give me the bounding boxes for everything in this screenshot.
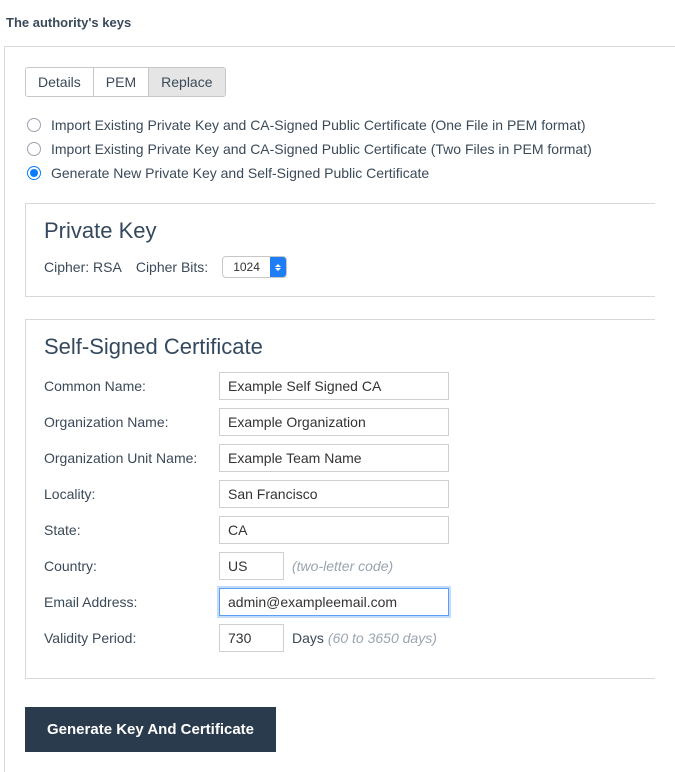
org-name-input[interactable]	[219, 408, 449, 436]
email-input[interactable]	[219, 588, 449, 616]
tab-pem[interactable]: PEM	[94, 68, 149, 96]
radio-import-two-files[interactable]	[27, 142, 41, 156]
validity-unit: Days	[292, 630, 324, 646]
org-unit-input[interactable]	[219, 444, 449, 472]
validity-hint: (60 to 3650 days)	[328, 630, 437, 646]
certificate-title: Self-Signed Certificate	[44, 334, 637, 372]
email-label: Email Address:	[44, 594, 219, 610]
country-hint: (two-letter code)	[292, 558, 393, 574]
locality-label: Locality:	[44, 486, 219, 502]
common-name-label: Common Name:	[44, 378, 219, 394]
cipher-label: Cipher:	[44, 259, 89, 275]
page-title: The authority's keys	[0, 10, 675, 46]
locality-input[interactable]	[219, 480, 449, 508]
country-label: Country:	[44, 558, 219, 574]
cipher-bits-select[interactable]: 1024	[222, 256, 287, 278]
select-arrows-icon	[270, 257, 286, 277]
private-key-title: Private Key	[44, 218, 637, 256]
radio-import-one-file-label: Import Existing Private Key and CA-Signe…	[51, 117, 586, 133]
state-input[interactable]	[219, 516, 449, 544]
certificate-panel: Self-Signed Certificate Common Name: Org…	[25, 319, 655, 679]
radio-import-one-file[interactable]	[27, 118, 41, 132]
cipher-bits-label: Cipher Bits:	[136, 259, 208, 275]
radio-import-two-files-label: Import Existing Private Key and CA-Signe…	[51, 141, 592, 157]
tab-bar: Details PEM Replace	[25, 67, 226, 97]
org-name-label: Organization Name:	[44, 414, 219, 430]
radio-generate-new-label: Generate New Private Key and Self-Signed…	[51, 165, 429, 181]
tab-replace[interactable]: Replace	[149, 68, 224, 96]
org-unit-label: Organization Unit Name:	[44, 450, 219, 466]
tab-details[interactable]: Details	[26, 68, 94, 96]
private-key-panel: Private Key Cipher: RSA Cipher Bits: 102…	[25, 203, 655, 297]
cipher-bits-value: 1024	[223, 260, 270, 274]
state-label: State:	[44, 522, 219, 538]
validity-input[interactable]	[219, 624, 284, 652]
generate-button[interactable]: Generate Key And Certificate	[25, 707, 276, 752]
radio-generate-new[interactable]	[27, 166, 41, 180]
common-name-input[interactable]	[219, 372, 449, 400]
country-input[interactable]	[219, 552, 284, 580]
replace-options: Import Existing Private Key and CA-Signe…	[25, 113, 655, 185]
validity-label: Validity Period:	[44, 630, 219, 646]
cipher-value: RSA	[93, 259, 122, 275]
